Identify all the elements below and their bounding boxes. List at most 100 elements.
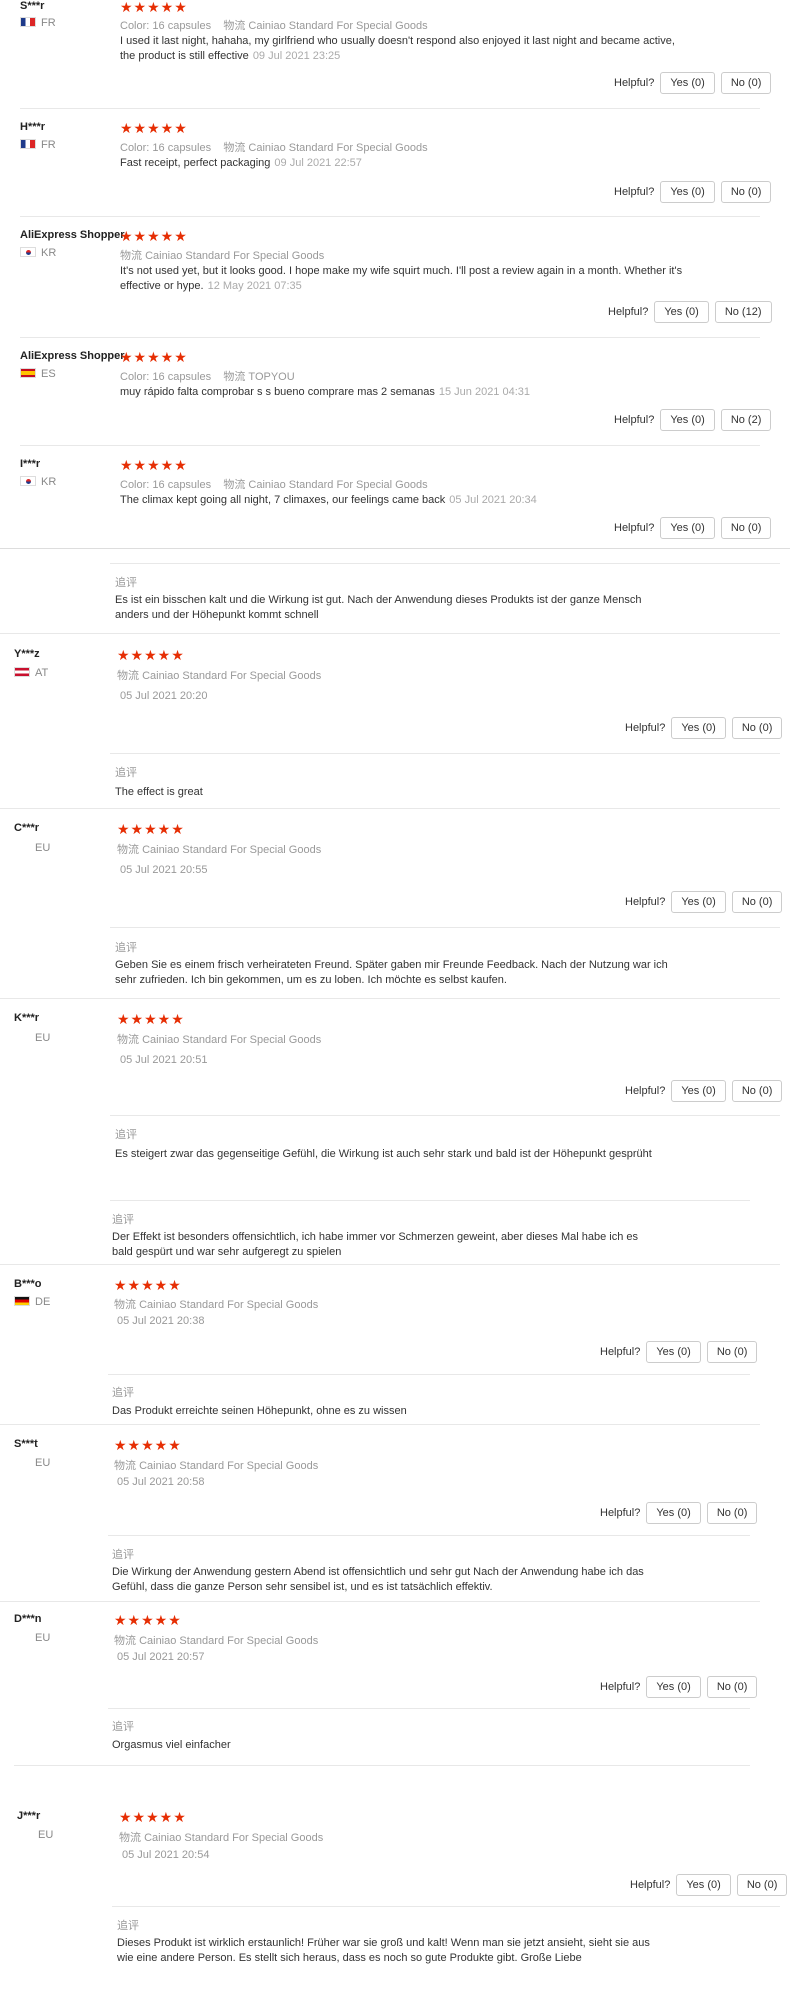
review-divider [20, 445, 760, 446]
helpful-no-button[interactable]: No (0) [720, 72, 772, 94]
helpful-no-button[interactable]: No (0) [706, 1502, 758, 1524]
review-divider [0, 998, 780, 999]
review-divider [0, 808, 780, 809]
review-divider [0, 1601, 760, 1602]
followup-text: Geben Sie es einem frisch verheirateten … [115, 959, 668, 986]
helpful-no-button[interactable]: No (0) [720, 181, 772, 203]
helpful-no-button[interactable]: No (2) [720, 409, 772, 431]
rating-stars: ★★★★★ [117, 647, 185, 663]
flag-fr-icon [20, 17, 36, 27]
helpful-vote: Helpful? Yes (0) No (0) [614, 517, 772, 539]
reviewer-country: EU [35, 1032, 51, 1044]
rating-stars: ★★★★★ [119, 1809, 187, 1825]
helpful-vote: Helpful? Yes (0) No (0) [625, 1080, 783, 1102]
followup-label: 追评 [112, 1549, 134, 1561]
followup-text: The effect is great [115, 786, 203, 798]
rating-stars: ★★★★★ [120, 0, 188, 15]
followup-text: Es steigert zwar das gegenseitige Gefühl… [115, 1148, 652, 1160]
helpful-no-button[interactable]: No (0) [731, 891, 783, 913]
followup-text: Der Effekt ist besonders offensichtlich,… [112, 1231, 639, 1258]
rating-stars: ★★★★★ [120, 228, 188, 244]
review-date: 09 Jul 2021 22:57 [274, 157, 362, 169]
review-divider [110, 563, 780, 564]
review-sku-meta: 物流 Cainiao Standard For Special Goods [117, 844, 322, 856]
helpful-yes-button[interactable]: Yes (0) [660, 72, 715, 94]
followup-label: 追评 [115, 1129, 137, 1141]
reviewer-name: D***n [14, 1613, 42, 1625]
helpful-no-button[interactable]: No (12) [714, 301, 772, 323]
review-divider [20, 216, 760, 217]
followup-text: Das Produkt erreichte seinen Höhepunkt, … [112, 1405, 407, 1417]
followup-label: 追评 [112, 1387, 134, 1399]
followup-label: 追评 [112, 1214, 134, 1226]
followup-text: Es ist ein bisschen kalt und die Wirkung… [115, 594, 642, 621]
review-sku-meta: Color: 16 capsules 物流 Cainiao Standard F… [120, 20, 428, 32]
reviewer-name: S***r [20, 0, 45, 12]
rating-stars: ★★★★★ [120, 120, 188, 136]
review-sku-meta: 物流 Cainiao Standard For Special Goods [117, 670, 322, 682]
section-seam [0, 548, 790, 549]
followup-label: 追评 [115, 942, 137, 954]
helpful-vote: Helpful? Yes (0) No (0) [614, 181, 772, 203]
reviewer-name: B***o [14, 1278, 42, 1290]
review-divider [108, 1708, 750, 1709]
review-date: 05 Jul 2021 20:38 [117, 1315, 205, 1327]
review-date: 05 Jul 2021 20:57 [117, 1651, 205, 1663]
helpful-no-button[interactable]: No (0) [736, 1874, 788, 1896]
reviewer-name: J***r [17, 1810, 41, 1822]
reviewer-name: I***r [20, 458, 41, 470]
helpful-yes-button[interactable]: Yes (0) [660, 409, 715, 431]
review-sku-meta: 物流 Cainiao Standard For Special Goods [117, 1034, 322, 1046]
helpful-no-button[interactable]: No (0) [706, 1676, 758, 1698]
review-divider [108, 1374, 750, 1375]
helpful-yes-button[interactable]: Yes (0) [654, 301, 709, 323]
helpful-no-button[interactable]: No (0) [720, 517, 772, 539]
helpful-yes-button[interactable]: Yes (0) [646, 1676, 701, 1698]
rating-stars: ★★★★★ [117, 821, 185, 837]
review-date: 15 Jun 2021 04:31 [438, 386, 531, 398]
review-divider [20, 108, 760, 109]
helpful-yes-button[interactable]: Yes (0) [660, 181, 715, 203]
reviewer-name: Y***z [14, 648, 40, 660]
reviewer-country: EU [35, 1632, 51, 1644]
followup-text: Die Wirkung der Anwendung gestern Abend … [112, 1566, 644, 1593]
flag-fr-icon [20, 139, 36, 149]
review-divider [0, 1424, 760, 1425]
helpful-no-button[interactable]: No (0) [731, 717, 783, 739]
reviewer-country: FR [20, 17, 56, 29]
helpful-yes-button[interactable]: Yes (0) [671, 1080, 726, 1102]
review-sku-meta: 物流 Cainiao Standard For Special Goods [114, 1635, 319, 1647]
review-date: 05 Jul 2021 20:20 [120, 690, 208, 702]
rating-stars: ★★★★★ [114, 1612, 182, 1628]
reviewer-country: AT [14, 667, 48, 679]
helpful-yes-button[interactable]: Yes (0) [676, 1874, 731, 1896]
rating-stars: ★★★★★ [117, 1011, 185, 1027]
review-sku-meta: 物流 Cainiao Standard For Special Goods [120, 250, 325, 262]
reviewer-country: FR [20, 139, 56, 151]
helpful-yes-button[interactable]: Yes (0) [671, 891, 726, 913]
helpful-no-button[interactable]: No (0) [706, 1341, 758, 1363]
review-date: 05 Jul 2021 20:51 [120, 1054, 208, 1066]
review-divider [110, 1115, 780, 1116]
review-divider [0, 633, 780, 634]
reviewer-country: ES [20, 368, 56, 380]
reviewer-name: C***r [14, 822, 40, 834]
helpful-yes-button[interactable]: Yes (0) [646, 1341, 701, 1363]
helpful-vote: Helpful? Yes (0) No (0) [625, 891, 783, 913]
followup-text: Dieses Produkt ist wirklich erstaunlich!… [117, 1937, 650, 1964]
reviewer-country: EU [35, 842, 51, 854]
review-sku-meta: Color: 16 capsules 物流 Cainiao Standard F… [120, 142, 428, 154]
helpful-no-button[interactable]: No (0) [731, 1080, 783, 1102]
reviewer-country: EU [38, 1829, 54, 1841]
flag-de-icon [14, 1296, 30, 1306]
followup-label: 追评 [115, 577, 137, 589]
helpful-yes-button[interactable]: Yes (0) [646, 1502, 701, 1524]
review-sku-meta: 物流 Cainiao Standard For Special Goods [114, 1460, 319, 1472]
helpful-vote: Helpful? Yes (0) No (0) [625, 717, 783, 739]
followup-label: 追评 [112, 1721, 134, 1733]
helpful-vote: Helpful? Yes (0) No (2) [614, 409, 772, 431]
helpful-yes-button[interactable]: Yes (0) [660, 517, 715, 539]
reviewer-country: EU [35, 1457, 51, 1469]
review-date: 05 Jul 2021 20:55 [120, 864, 208, 876]
helpful-yes-button[interactable]: Yes (0) [671, 717, 726, 739]
